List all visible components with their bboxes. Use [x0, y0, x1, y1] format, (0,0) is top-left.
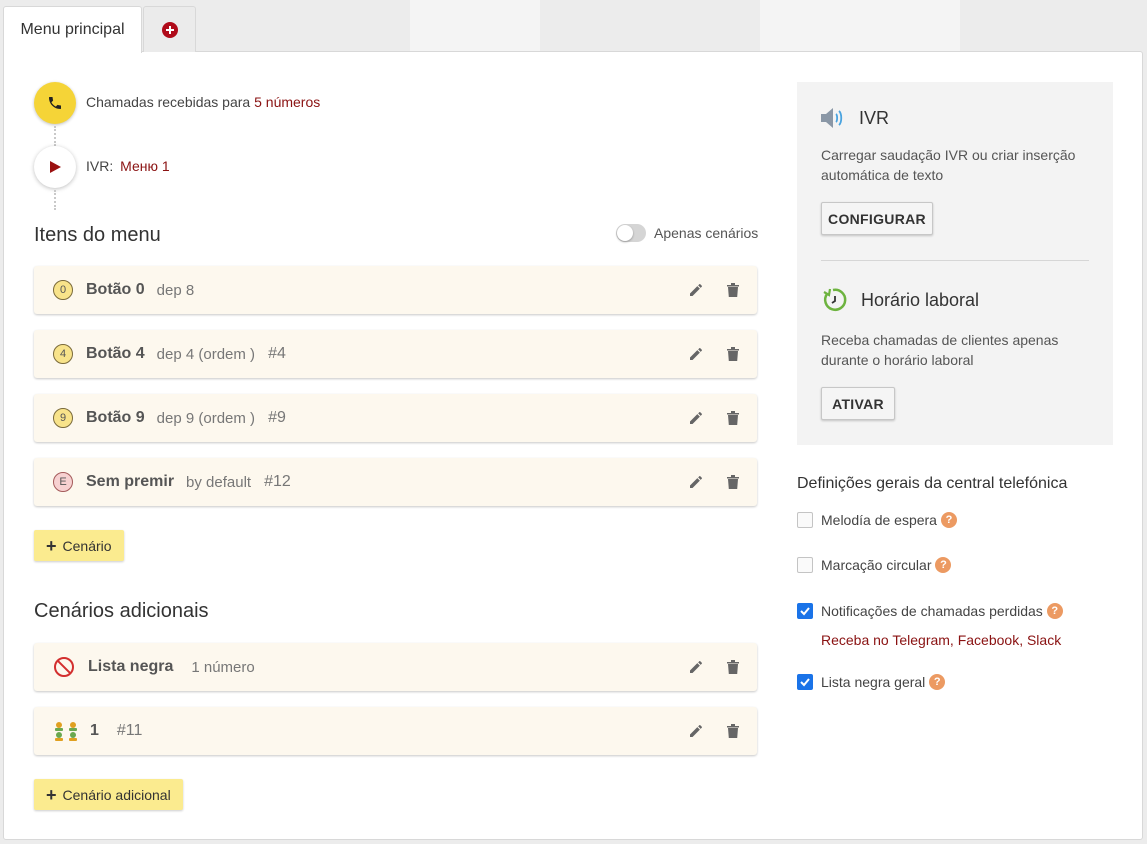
item-name: Botão 0	[86, 281, 145, 298]
setting-missed-call-notifications[interactable]: Notificações de chamadas perdidas ?	[797, 603, 1063, 619]
tab-menu-principal[interactable]: Menu principal	[3, 6, 142, 53]
calls-received-text: Chamadas recebidas para 5 números	[86, 94, 320, 110]
help-icon[interactable]: ?	[935, 557, 952, 573]
edit-icon[interactable]	[688, 472, 704, 492]
checkbox[interactable]	[797, 512, 813, 528]
ivr-title: IVR	[859, 108, 890, 128]
add-additional-label: Cenário adicional	[62, 786, 171, 803]
users-icon	[53, 720, 79, 742]
tab-label: Menu principal	[20, 21, 125, 38]
item-hash: #9	[268, 409, 286, 426]
key-badge: 4	[53, 344, 73, 364]
menu-item-row[interactable]: 4 Botão 4 dep 4 (ordem ) #4	[34, 330, 757, 378]
delete-icon[interactable]	[725, 721, 741, 741]
tab-bar: Menu principal	[3, 6, 196, 53]
blocked-icon	[53, 656, 75, 678]
checkbox[interactable]	[797, 557, 813, 573]
setting-label: Melodía de espera	[821, 512, 937, 528]
menu-item-row[interactable]: 0 Botão 0 dep 8	[34, 266, 757, 314]
setting-label: Notificações de chamadas perdidas	[821, 603, 1043, 619]
menu-item-row[interactable]: E Sem premir by default #12	[34, 458, 757, 506]
additional-title: Cenários adicionais	[34, 600, 209, 622]
add-scenario-label: Cenário	[62, 537, 112, 554]
setting-circular-dialing[interactable]: Marcação circular ?	[797, 557, 952, 573]
item-sub: by default	[186, 473, 252, 491]
toggle-switch[interactable]	[616, 224, 646, 242]
delete-icon[interactable]	[725, 472, 741, 492]
setting-hold-music[interactable]: Melodía de espera ?	[797, 512, 957, 528]
item-sub: dep 4 (ordem )	[156, 345, 256, 363]
speaker-icon	[819, 106, 847, 130]
hours-description: Receba chamadas de clientes apenas duran…	[821, 332, 1059, 368]
scenarios-only-toggle[interactable]: Apenas cenários	[616, 224, 758, 242]
help-icon[interactable]: ?	[1046, 603, 1063, 619]
key-badge: E	[53, 472, 73, 492]
hours-title: Horário laboral	[861, 290, 980, 310]
item-name: Sem premir	[86, 473, 175, 490]
ivr-menu-link[interactable]: Меню 1	[120, 158, 170, 174]
divider	[821, 260, 1089, 261]
edit-icon[interactable]	[688, 408, 704, 428]
item-hash: #4	[268, 345, 286, 362]
plus-circle-icon	[161, 21, 178, 38]
edit-icon[interactable]	[688, 721, 704, 741]
features-card: IVR Carregar saudação IVR ou criar inser…	[797, 82, 1113, 445]
configure-button[interactable]: CONFIGURAR	[821, 202, 933, 235]
item-name: Botão 9	[86, 409, 145, 426]
menu-title: Itens do menu	[34, 224, 161, 246]
ivr-description: Carregar saudação IVR ou criar inserção …	[821, 147, 1076, 183]
activate-button[interactable]: ATIVAR	[821, 387, 895, 420]
main-panel: Chamadas recebidas para 5 números IVR: М…	[3, 51, 1143, 840]
delete-icon[interactable]	[725, 280, 741, 300]
add-additional-scenario-button[interactable]: + Cenário adicional	[34, 779, 183, 810]
delete-icon[interactable]	[725, 657, 741, 677]
item-hash: #12	[264, 473, 291, 490]
flow-connector	[54, 190, 56, 210]
setting-label: Marcação circular	[821, 557, 932, 573]
setting-label: Lista negra geral	[821, 674, 926, 690]
tab-add[interactable]	[143, 6, 196, 52]
item-name: Botão 4	[86, 345, 145, 362]
menu-item-row[interactable]: 9 Botão 9 dep 9 (ordem ) #9	[34, 394, 757, 442]
ivr-label: IVR:	[86, 158, 114, 174]
plus-icon: +	[46, 535, 57, 556]
settings-title: Definições gerais da central telefónica	[797, 475, 1068, 492]
key-badge: 0	[53, 280, 73, 300]
edit-icon[interactable]	[688, 344, 704, 364]
add-scenario-button[interactable]: + Cenário	[34, 530, 124, 561]
delete-icon[interactable]	[725, 408, 741, 428]
additional-item-row[interactable]: Lista negra 1 número	[34, 643, 757, 691]
calls-text: Chamadas recebidas para	[86, 94, 251, 110]
checkbox-checked[interactable]	[797, 674, 813, 690]
numbers-link[interactable]: 5 números	[254, 94, 320, 110]
phone-icon[interactable]	[34, 82, 76, 124]
plus-icon: +	[46, 784, 57, 805]
help-icon[interactable]: ?	[929, 674, 946, 690]
item-sub: dep 8	[156, 281, 195, 299]
item-sub: dep 9 (ordem )	[156, 409, 256, 427]
setting-global-blacklist[interactable]: Lista negra geral ?	[797, 674, 946, 690]
notifications-channels-link[interactable]: Receba no Telegram, Facebook, Slack	[821, 632, 1061, 648]
checkbox-checked[interactable]	[797, 603, 813, 619]
item-hash: #11	[116, 722, 143, 739]
item-name: 1	[90, 722, 99, 739]
item-sub: 1 número	[191, 658, 255, 676]
play-icon[interactable]	[34, 146, 76, 188]
delete-icon[interactable]	[725, 344, 741, 364]
clock-icon	[821, 286, 849, 314]
key-badge: 9	[53, 408, 73, 428]
item-name: Lista negra	[88, 658, 174, 675]
edit-icon[interactable]	[688, 657, 704, 677]
ivr-flow-text: IVR: Меню 1	[86, 158, 170, 174]
edit-icon[interactable]	[688, 280, 704, 300]
flow-connector	[54, 126, 56, 146]
toggle-label: Apenas cenários	[654, 225, 759, 241]
additional-item-row[interactable]: 1 #11	[34, 707, 757, 755]
help-icon[interactable]: ?	[940, 512, 957, 528]
